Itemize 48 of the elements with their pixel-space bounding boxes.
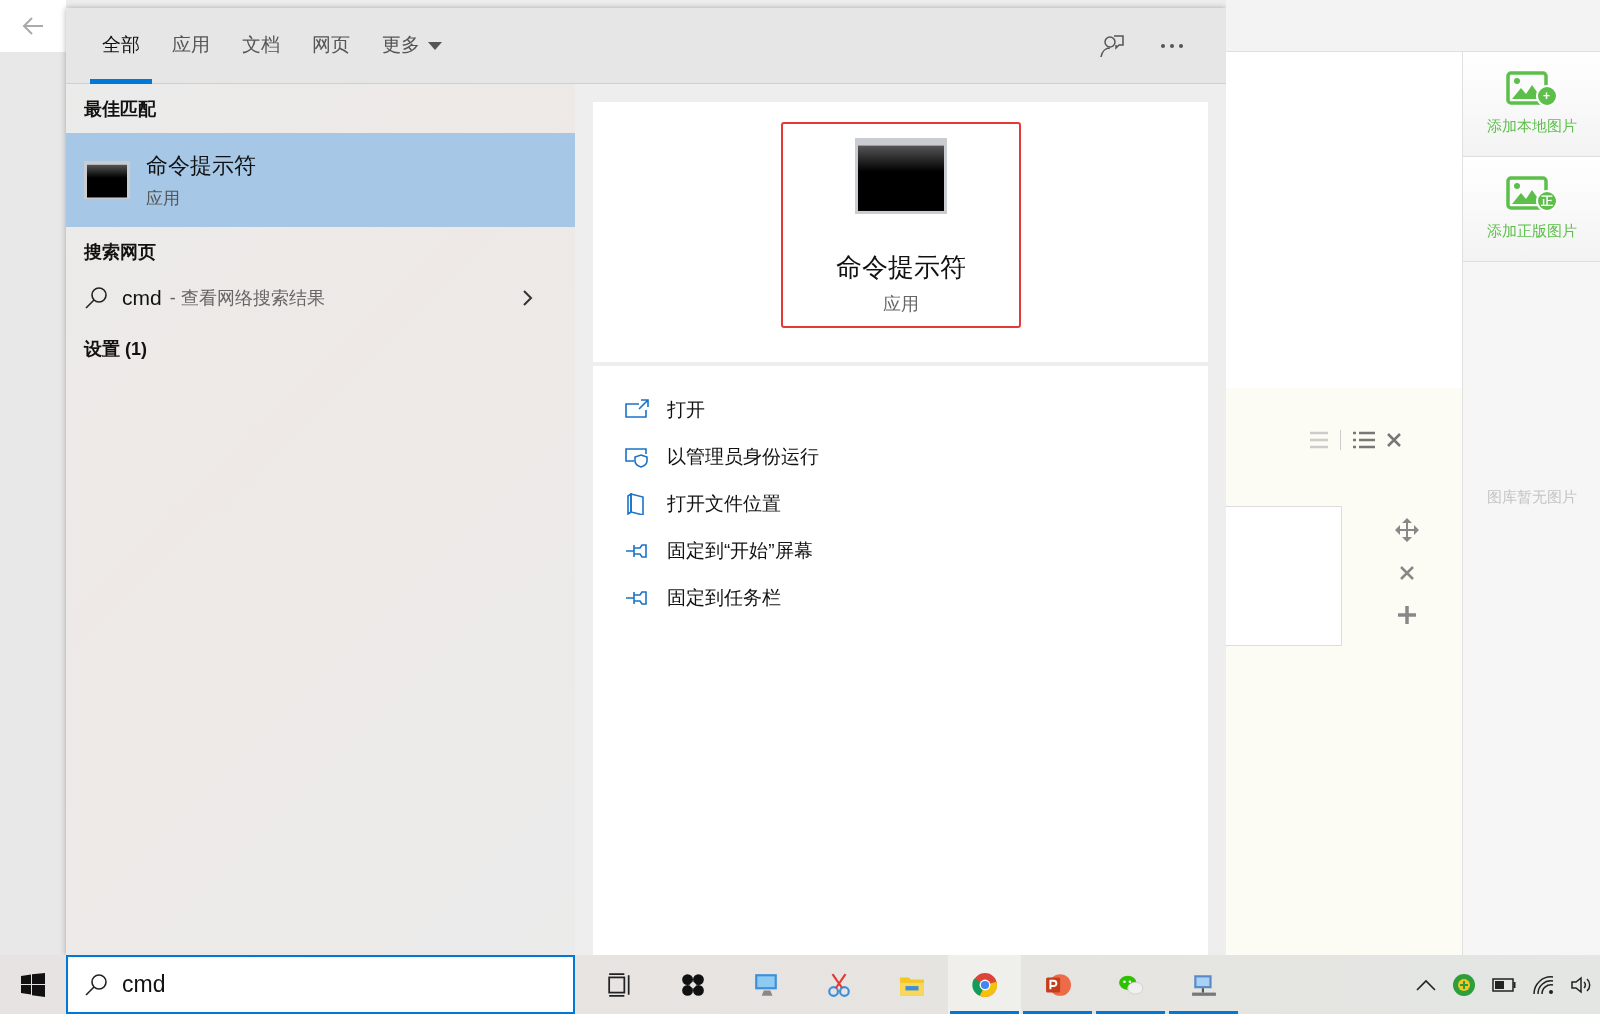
section-heading: 最佳匹配 (83, 98, 157, 121)
preview-card[interactable]: 命令提示符 应用 (780, 122, 1021, 328)
wifi-icon[interactable] (1532, 974, 1554, 995)
result-subtitle: 应用 (146, 187, 181, 210)
shield-icon (625, 446, 649, 468)
shield-app-icon[interactable] (1452, 972, 1476, 997)
search-query: cmd (122, 285, 162, 312)
chevron-right-icon (523, 290, 533, 306)
search-icon (84, 972, 108, 997)
back-arrow-icon[interactable] (22, 17, 44, 35)
volume-icon[interactable] (1570, 974, 1592, 995)
tab[interactable]: 网页 (296, 8, 366, 83)
terminal-icon (84, 161, 130, 199)
close-icon[interactable] (1386, 433, 1401, 447)
action-item[interactable]: 固定到任务栏 (625, 580, 781, 616)
preview-subtitle: 应用 (882, 293, 919, 316)
windows-start-icon[interactable] (21, 972, 45, 997)
terminal-icon (854, 138, 947, 214)
tab[interactable]: 文档 (226, 8, 296, 83)
close-icon[interactable] (1400, 566, 1414, 580)
caret-down-icon (428, 41, 442, 50)
tab[interactable]: 应用 (156, 8, 226, 83)
action-item[interactable]: 固定到“开始”屏幕 (625, 533, 813, 569)
action-item[interactable]: 打开 (625, 392, 705, 428)
more-icon[interactable] (1160, 42, 1184, 49)
feedback-icon[interactable] (1098, 32, 1124, 59)
action-item[interactable]: 打开文件位置 (625, 486, 781, 522)
section-heading: 搜索网页 (83, 241, 157, 264)
section-heading: 设置 (1) (82, 338, 148, 361)
open-external-icon (625, 399, 649, 421)
tab[interactable]: 更多 (366, 8, 458, 83)
battery-icon[interactable] (1492, 977, 1516, 992)
presentation-icon (1043, 971, 1072, 998)
preview-title: 命令提示符 (835, 251, 966, 284)
chevron-up-icon[interactable] (1416, 978, 1436, 991)
tab[interactable]: 全部 (86, 8, 156, 83)
action-item[interactable]: 以管理员身份运行 (625, 439, 819, 475)
add-icon[interactable] (1398, 606, 1416, 624)
search-text: cmd (122, 970, 166, 1000)
result-item[interactable]: 命令提示符 应用 (66, 133, 575, 227)
search-field[interactable]: cmd (66, 955, 575, 1014)
browser-icon (970, 971, 999, 998)
search-icon (84, 286, 108, 310)
search-hint: - 查看网络搜索结果 (169, 286, 325, 310)
result-title: 命令提示符 (146, 151, 256, 180)
move-icon[interactable] (1395, 518, 1419, 542)
bullet-list-icon[interactable] (1352, 430, 1375, 450)
web-search-item[interactable]: cmd - 查看网络搜索结果 (66, 276, 551, 320)
